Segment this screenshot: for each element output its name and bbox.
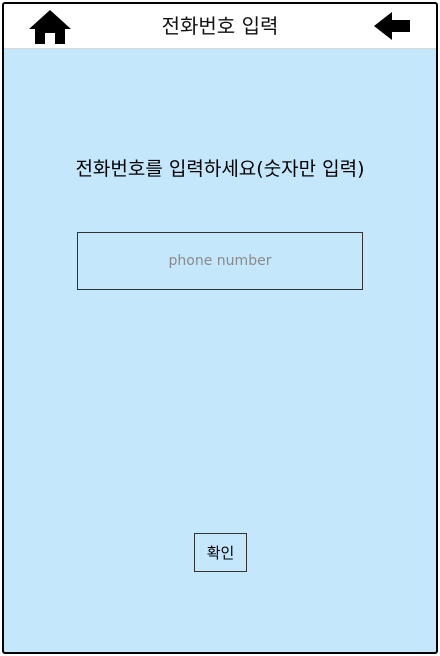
header-bar: 전화번호 입력	[4, 4, 436, 49]
back-arrow-icon	[374, 12, 410, 40]
phone-number-input[interactable]	[77, 232, 363, 290]
confirm-button[interactable]: 확인	[194, 533, 247, 572]
back-button[interactable]	[372, 10, 412, 42]
page-title: 전화번호 입력	[161, 14, 279, 38]
phone-prompt-text: 전화번호를 입력하세요(숫자만 입력)	[75, 158, 365, 180]
home-icon	[29, 10, 71, 44]
app-frame: 전화번호 입력 전화번호를 입력하세요(숫자만 입력) 확인	[2, 2, 438, 654]
home-button[interactable]	[28, 9, 72, 45]
